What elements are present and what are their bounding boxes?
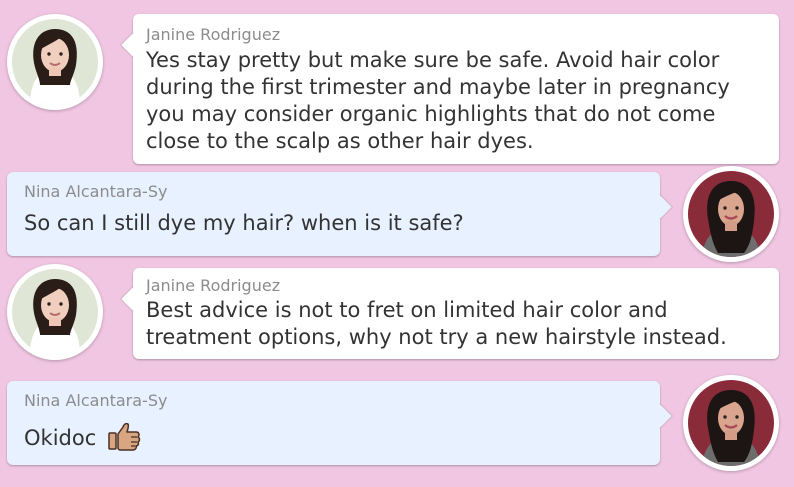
message-text: So can I still dye my hair? when is it s… (24, 210, 464, 237)
outgoing-message-bubble: Nina Alcantara-Sy So can I still dye my … (7, 172, 672, 256)
bubble-tail (646, 194, 672, 220)
sender-name: Janine Rodriguez (146, 276, 281, 295)
bubble-tail (121, 32, 147, 58)
incoming-message-bubble: Janine Rodriguez Yes stay pretty but mak… (121, 14, 779, 164)
message-line: treatment options, why not try a new hai… (146, 325, 727, 349)
nina-avatar[interactable] (683, 166, 779, 262)
sender-name: Nina Alcantara-Sy (24, 182, 168, 201)
janine-avatar[interactable] (7, 264, 103, 360)
janine-avatar-photo (12, 19, 98, 105)
message-line: Best advice is not to fret on limited ha… (146, 298, 668, 322)
thumbs-up-icon (108, 422, 141, 451)
janine-avatar[interactable] (7, 14, 103, 110)
message-line: close to the scalp as other hair dyes. (146, 129, 534, 153)
nina-avatar[interactable] (683, 375, 779, 471)
janine-avatar-photo (12, 269, 98, 355)
message-text: Best advice is not to fret on limited ha… (146, 297, 727, 351)
outgoing-message-bubble: Nina Alcantara-Sy Okidoc (7, 381, 672, 465)
sender-name: Janine Rodriguez (146, 25, 281, 44)
message-line: you may consider organic highlights that… (146, 102, 716, 126)
message-line: during the first trimester and maybe lat… (146, 75, 730, 99)
nina-avatar-photo (688, 380, 774, 466)
message-line: So can I still dye my hair? when is it s… (24, 211, 464, 235)
sender-name: Nina Alcantara-Sy (24, 391, 168, 410)
message-text: Yes stay pretty but make sure be safe. A… (146, 47, 730, 155)
message-text: Okidoc (24, 421, 141, 452)
bubble-tail (121, 286, 147, 312)
bubble-tail (646, 403, 672, 429)
incoming-message-bubble: Janine Rodriguez Best advice is not to f… (121, 268, 779, 359)
nina-avatar-photo (688, 171, 774, 257)
message-line: Yes stay pretty but make sure be safe. A… (146, 48, 720, 72)
message-line: Okidoc (24, 426, 97, 450)
